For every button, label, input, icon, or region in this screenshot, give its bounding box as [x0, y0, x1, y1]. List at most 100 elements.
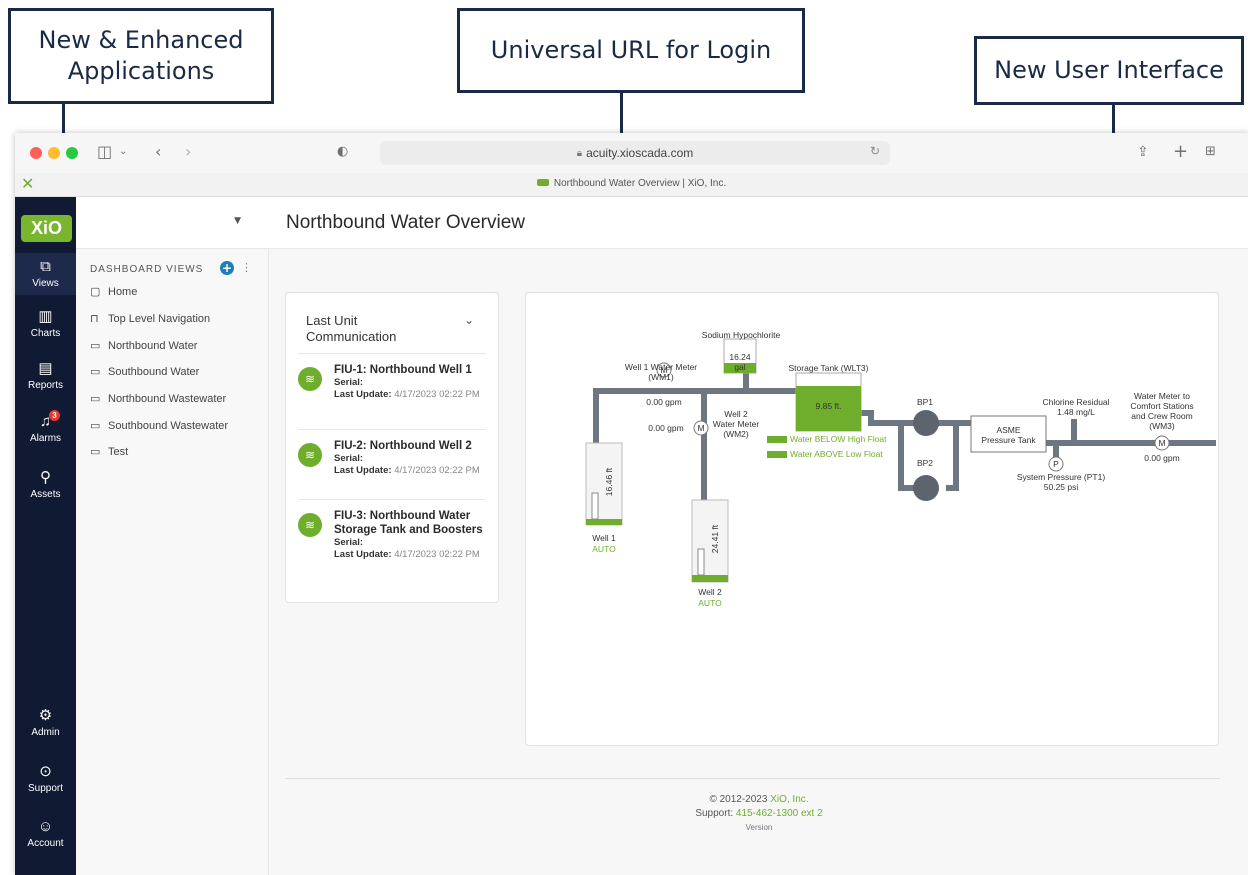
- window-minimize-button[interactable]: [48, 147, 60, 159]
- active-tab[interactable]: Northbound Water Overview | XiO, Inc.: [15, 178, 1248, 189]
- version-text: Version: [745, 823, 773, 832]
- company-link[interactable]: XiO, Inc.: [770, 794, 808, 805]
- nav-item-admin[interactable]: ⚙ Admin: [15, 707, 76, 738]
- unit-title: FIU-2: Northbound Well 2: [334, 440, 472, 452]
- serial-label: Serial:: [334, 537, 364, 548]
- tab-overview-icon[interactable]: ⊞: [1205, 141, 1216, 163]
- footer: © 2012-2023 XiO, Inc. Support: 415-462-1…: [269, 793, 1248, 835]
- dashboard-item-top-level-navigation[interactable]: ⊓ Top Level Navigation: [90, 312, 210, 325]
- unit-serial: Serial:: [334, 537, 492, 549]
- wifi-signal-icon: ≋: [298, 513, 322, 537]
- lock-icon: ⊓: [90, 313, 99, 325]
- dashboard-item-northbound-wastewater[interactable]: ▭ Northbound Wastewater: [90, 392, 226, 405]
- nav-item-alarms[interactable]: ♫ 3 Alarms: [15, 410, 76, 444]
- pressure-tank-label: ASME Pressure Tank: [981, 425, 1036, 445]
- float-status-text: Water BELOW High Float: [790, 434, 887, 444]
- chlorine-value: 1.48 mg/L: [1057, 407, 1095, 417]
- dashboard-item-southbound-wastewater[interactable]: ▭ Southbound Wastewater: [90, 419, 228, 432]
- last-update-value: 4/17/2023 02:22 PM: [394, 465, 480, 476]
- unit-item-fiu-2[interactable]: ≋ FIU-2: Northbound Well 2 Serial: Last …: [298, 439, 493, 505]
- dashboard-views-panel: ▼ DASHBOARD VIEWS + ⋮ ▢ Home ⊓ Top Level N…: [76, 197, 269, 875]
- dashboard-item-southbound-water[interactable]: ▭ Southbound Water: [90, 365, 199, 378]
- window-close-button[interactable]: [30, 147, 42, 159]
- sodium-label: Sodium Hypochlorite: [701, 330, 781, 340]
- callout-universal-url-text: Universal URL for Login: [490, 36, 772, 64]
- well1-water-bar: [586, 519, 622, 525]
- xio-logo[interactable]: XiO: [21, 215, 72, 242]
- new-tab-icon[interactable]: +: [1173, 141, 1188, 163]
- well1-pump: [591, 492, 599, 520]
- nav-item-label: Support: [27, 783, 64, 794]
- callout-new-ui: New User Interface: [974, 36, 1244, 105]
- dashboard-item-label: Northbound Water: [108, 340, 198, 352]
- support-phone-link[interactable]: 415-462-1300 ext 2: [736, 808, 823, 819]
- wm1-value: 0.00 gpm: [646, 397, 682, 407]
- last-unit-communication-card: Last Unit Communication ⌄ ≋ FIU-1: North…: [285, 292, 499, 603]
- lock-icon: 🔒︎: [576, 147, 583, 159]
- alarm-bell-icon: ♫: [39, 413, 52, 430]
- chevron-down-icon[interactable]: ⌄: [119, 141, 127, 163]
- process-diagram: Sodium Hypochlorite 16.24 gal Storage Ta…: [525, 292, 1219, 746]
- wm3-symbol: M: [1158, 438, 1166, 448]
- dashboard-selector[interactable]: ▼: [76, 197, 269, 249]
- nav-item-support[interactable]: ⊙ Support: [15, 763, 76, 794]
- footer-copyright-line: © 2012-2023 XiO, Inc.: [269, 793, 1248, 807]
- wm3-label: Water Meter to Comfort Stations and Crew…: [1130, 391, 1194, 431]
- well1-mode: AUTO: [592, 544, 616, 554]
- dashboard-views-header: DASHBOARD VIEWS: [90, 264, 204, 275]
- reload-icon[interactable]: ↻: [870, 144, 880, 158]
- dashboard-item-label: Southbound Water: [108, 366, 200, 378]
- unit-item-fiu-1[interactable]: ≋ FIU-1: Northbound Well 1 Serial: Last …: [298, 363, 493, 429]
- nav-item-charts[interactable]: ▥ Charts: [15, 308, 76, 339]
- alarm-count-badge: 3: [49, 410, 60, 421]
- nav-item-reports[interactable]: ▤ Reports: [15, 360, 76, 391]
- dashboard-item-label: Northbound Wastewater: [108, 393, 227, 405]
- dashboard-item-northbound-water[interactable]: ▭ Northbound Water: [90, 339, 197, 352]
- dashboard-item-home[interactable]: ▢ Home: [90, 285, 137, 298]
- well1-label: Well 1: [592, 533, 616, 543]
- sidebar-toggle-icon[interactable]: ◫: [97, 141, 112, 163]
- privacy-shield-icon[interactable]: ◐: [337, 141, 348, 163]
- folder-icon: ▭: [90, 446, 101, 458]
- back-icon[interactable]: ‹: [155, 141, 161, 163]
- gear-icon: ⚙: [38, 707, 53, 724]
- copyright-text: © 2012-2023: [709, 794, 768, 805]
- forward-icon[interactable]: ›: [185, 141, 191, 163]
- nav-item-assets[interactable]: ⚲ Assets: [15, 469, 76, 500]
- unit-serial: Serial:: [334, 453, 492, 465]
- callout-new-ui-text: New User Interface: [994, 56, 1224, 84]
- float-status-swatch: [767, 436, 787, 443]
- more-options-icon[interactable]: ⋮: [241, 261, 252, 274]
- dashboard-item-label: Southbound Wastewater: [108, 420, 229, 432]
- address-bar[interactable]: 🔒︎ acuity.xioscada.com ↻: [380, 141, 890, 165]
- float-status-swatch: [767, 451, 787, 458]
- folder-icon: ▭: [90, 340, 101, 352]
- left-navigation: XiO ⧉ Views ▥ Charts ▤ Reports ♫ 3 Alarm…: [15, 197, 76, 875]
- page-title: Northbound Water Overview: [269, 197, 1248, 249]
- pipe-well1: [593, 388, 796, 515]
- charts-icon: ▥: [38, 308, 53, 325]
- share-icon[interactable]: ⇪: [1137, 141, 1149, 163]
- callout-new-applications-text: New & Enhanced Applications: [38, 26, 244, 85]
- sodium-value: 16.24: [729, 352, 751, 362]
- browser-toolbar: ◫ ⌄ ‹ › ◐ 🔒︎ acuity.xioscada.com ↻ ⇪ + ⊞: [15, 133, 1248, 173]
- views-icon: ⧉: [40, 258, 51, 275]
- unit-serial: Serial:: [334, 377, 492, 389]
- tab-title: Northbound Water Overview | XiO, Inc.: [553, 178, 727, 189]
- unit-item-fiu-3[interactable]: ≋ FIU-3: Northbound Water Storage Tank a…: [298, 509, 493, 589]
- chevron-down-icon[interactable]: ⌄: [464, 313, 474, 327]
- dashboard-item-test[interactable]: ▭ Test: [90, 445, 128, 458]
- divider: [298, 429, 486, 430]
- nav-item-label: Charts: [30, 328, 61, 339]
- wm1-symbol: M: [660, 365, 668, 375]
- add-view-button[interactable]: +: [220, 261, 234, 275]
- window-zoom-button[interactable]: [66, 147, 78, 159]
- dashboard-item-label: Top Level Navigation: [108, 313, 211, 325]
- nav-item-account[interactable]: ☺ Account: [15, 818, 76, 849]
- pt1-label: System Pressure (PT1): [1016, 472, 1106, 482]
- folder-icon: ▭: [90, 366, 101, 378]
- wm2-symbol: M: [697, 423, 705, 433]
- nav-item-views[interactable]: ⧉ Views: [15, 253, 76, 295]
- well2-pump: [697, 548, 705, 576]
- wm2-value: 0.00 gpm: [648, 423, 684, 433]
